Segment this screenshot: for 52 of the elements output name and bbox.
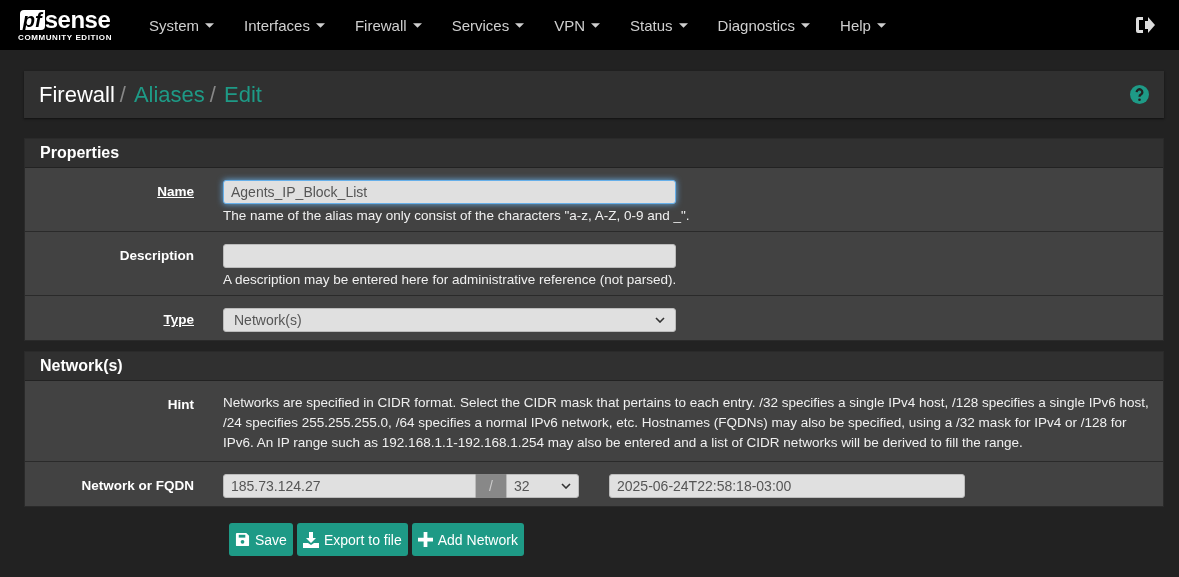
mask-select[interactable]: 32 <box>506 474 579 498</box>
nav-menu[interactable]: Interfaces <box>229 16 340 34</box>
hint-text: Networks are specified in CIDR format. Select the CIDR mask that pertains to each entry. /32 specifies a single IPv4 host, /128 specifies a single IPv6 host, /24 specifies 255.255.255.0, /64 specifies a normal IPv6 network, etc. Hostnames (FQDNs) may also be specified, using a /32 mask for IPv4 or /128 for IPv6. An IP range such as 192.168.1.1-192.168.1.254 may also be entered and a list of CIDR networks will be derived to fill the range. <box>223 394 1150 452</box>
logo-word: sense <box>44 8 111 32</box>
caret-icon <box>205 22 215 28</box>
help-text: The name of the alias may only consist of the characters "a-z, A-Z, 0-9 and _". <box>223 208 691 223</box>
nav-menu[interactable]: Help <box>825 16 901 34</box>
field-label: Name <box>157 184 194 199</box>
nav-menu[interactable]: System <box>134 16 230 34</box>
mask-separator: / <box>476 474 506 498</box>
caret-icon <box>801 22 811 28</box>
download-icon <box>302 531 319 548</box>
nav-menu[interactable]: Services <box>436 16 540 34</box>
description-field[interactable]: 2025-06-24T22:58:18-03:00 <box>609 474 965 498</box>
logo-mark: pf <box>19 10 45 30</box>
chevron-icon <box>561 483 571 489</box>
plus-icon <box>417 532 433 547</box>
breadcrumb-link[interactable]: Edit <box>223 81 262 108</box>
caret-icon <box>412 22 422 28</box>
field-label: Type <box>163 312 194 327</box>
type-select[interactable]: Network(s) <box>223 308 676 332</box>
action-button[interactable]: Add Network <box>411 523 524 556</box>
field-label: Network or FQDN <box>81 478 194 493</box>
logo[interactable]: pfsense COMMUNITY EDITION <box>18 8 113 42</box>
nav-menu[interactable]: Status <box>615 16 703 34</box>
text-field[interactable] <box>223 244 676 268</box>
nav-menu[interactable]: Firewall <box>339 16 437 34</box>
text-field[interactable]: Agents_IP_Block_List <box>223 180 676 204</box>
breadcrumb-link[interactable]: Aliases <box>133 81 205 108</box>
panel-title: Properties <box>25 139 1163 168</box>
panel-title: Network(s) <box>25 352 1163 381</box>
nav-menu[interactable]: Diagnostics <box>702 16 826 34</box>
nav-menu[interactable]: VPN <box>539 16 615 34</box>
caret-icon <box>515 22 525 28</box>
breadcrumb-separator: / <box>209 81 216 108</box>
logout-icon[interactable] <box>1135 16 1155 34</box>
breadcrumb-separator: / <box>119 81 126 108</box>
caret-icon <box>591 22 600 28</box>
caret-icon <box>315 22 325 28</box>
action-button[interactable]: Save <box>229 523 293 556</box>
address-field[interactable]: 185.73.124.27 <box>223 474 476 498</box>
help-text: A description may be entered here for administrative reference (not parsed). <box>223 272 678 287</box>
save-icon <box>235 532 250 547</box>
logo-edition: COMMUNITY EDITION <box>18 33 113 42</box>
caret-icon <box>876 22 886 28</box>
help-icon[interactable] <box>1130 85 1149 104</box>
action-button[interactable]: Export to file <box>296 523 408 556</box>
breadcrumb-text: Firewall <box>39 81 115 108</box>
field-label: Hint <box>167 397 194 412</box>
chevron-icon <box>655 317 665 323</box>
caret-icon <box>678 22 688 28</box>
field-label: Description <box>119 248 194 263</box>
